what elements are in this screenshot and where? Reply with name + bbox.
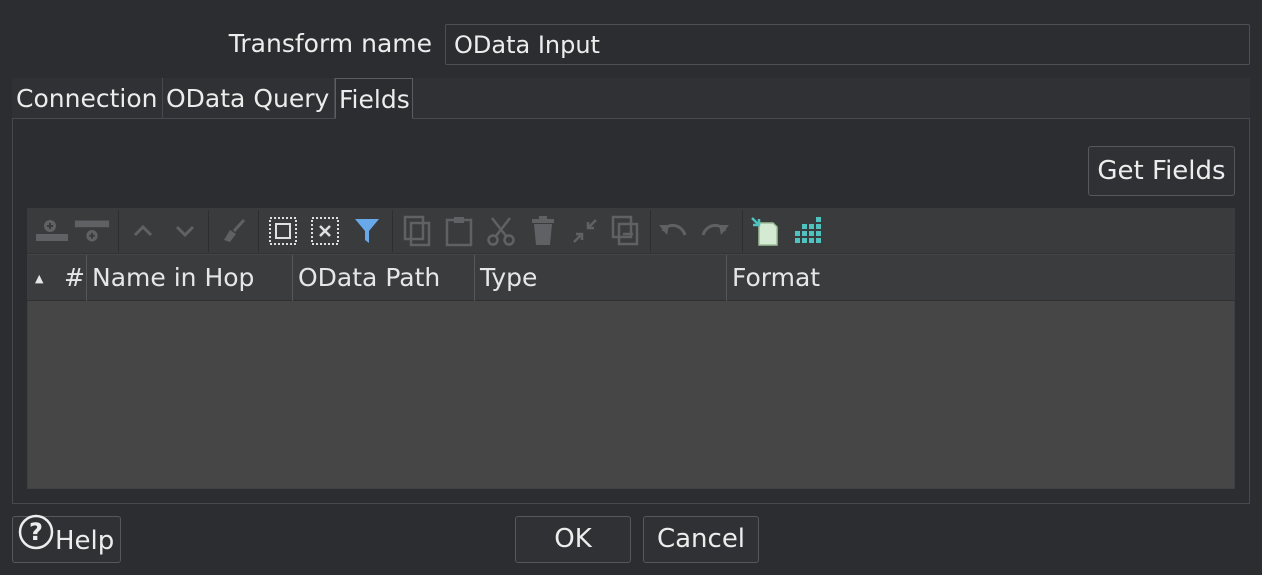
toolbar-separator [742,210,743,252]
duplicate-icon[interactable] [606,212,644,250]
toolbar-separator [118,210,119,252]
select-all-icon[interactable] [264,212,302,250]
column-header-type[interactable]: Type [475,255,727,301]
help-button[interactable]: ? Help [12,513,121,566]
clear-selection-icon[interactable] [306,212,344,250]
cancel-button[interactable]: Cancel [643,516,759,563]
column-header-format[interactable]: Format [727,255,1235,301]
filter-icon[interactable] [348,212,386,250]
paste-icon[interactable] [440,212,478,250]
redo-icon[interactable] [696,212,734,250]
column-header-odata-path[interactable]: OData Path [293,255,475,301]
odata-input-dialog: Transform name Connection OData Query Fi… [0,0,1262,575]
table-body[interactable] [28,301,1234,488]
toolbar-separator [392,210,393,252]
toolbar-separator [650,210,651,252]
copy-icon[interactable] [398,212,436,250]
move-down-icon[interactable] [166,212,204,250]
toolbar-separator [208,210,209,252]
get-fields-button[interactable]: Get Fields [1088,146,1235,196]
get-fields-icon[interactable] [746,212,784,250]
column-header-name-in-hop[interactable]: Name in Hop [87,255,293,301]
delete-icon[interactable] [524,212,562,250]
help-label: Help [55,526,115,556]
move-up-icon[interactable] [124,212,162,250]
sort-indicator-header[interactable]: ▲ [27,255,57,301]
help-icon: ? [17,513,55,566]
clean-icon[interactable] [214,212,252,250]
optimal-column-width-icon[interactable] [788,212,826,250]
tab-fields[interactable]: Fields [335,78,413,119]
tab-connection[interactable]: Connection [13,78,163,119]
insert-row-before-icon[interactable] [33,212,71,250]
shrink-icon[interactable] [566,212,604,250]
column-header-number[interactable]: # [57,255,87,301]
transform-name-label: Transform name [228,29,432,58]
toolbar-separator [258,210,259,252]
cut-icon[interactable] [482,212,520,250]
svg-text:?: ? [29,518,43,546]
tab-odata-query[interactable]: OData Query [163,78,335,119]
ok-button[interactable]: OK [515,516,631,563]
transform-name-input[interactable] [445,24,1250,65]
insert-row-after-icon[interactable] [73,212,111,250]
undo-icon[interactable] [654,212,692,250]
sort-up-icon: ▲ [35,272,44,285]
